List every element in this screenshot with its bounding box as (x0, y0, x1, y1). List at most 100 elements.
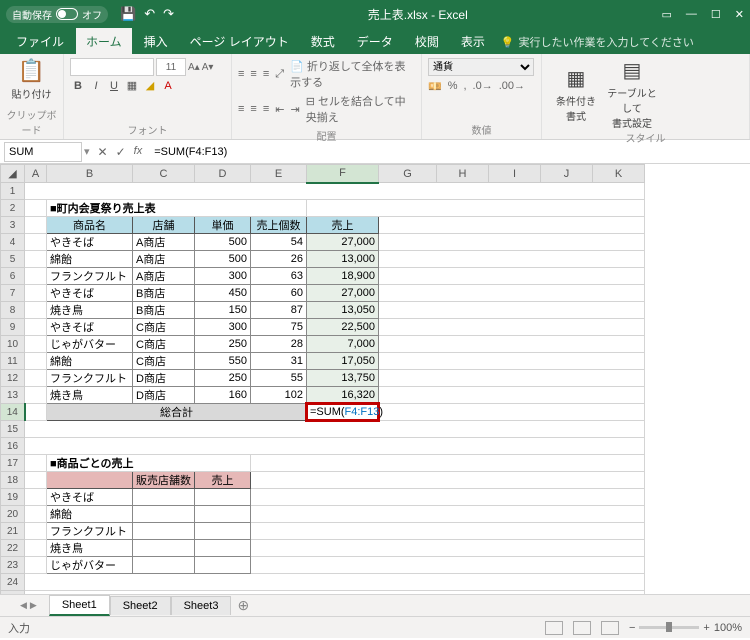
align-top-icon[interactable]: ≡ (238, 68, 244, 80)
font-color-button[interactable]: A (160, 80, 176, 92)
indent-decrease-icon[interactable]: ⇤ (275, 103, 284, 116)
tab-data[interactable]: データ (347, 28, 403, 54)
decimal-increase-icon[interactable]: .0→ (473, 80, 493, 93)
cell[interactable]: 450 (195, 285, 251, 302)
cell[interactable]: 87 (251, 302, 307, 319)
zoom-slider[interactable] (639, 626, 699, 629)
cell[interactable]: 500 (195, 234, 251, 251)
cell[interactable]: A商店 (133, 234, 195, 251)
paste-button[interactable]: 📋 貼り付け (6, 58, 57, 101)
cell[interactable]: 28 (251, 336, 307, 353)
align-right-icon[interactable]: ≡ (263, 103, 269, 115)
tell-me[interactable]: 💡 実行したい作業を入力してください (501, 34, 694, 54)
ribbon-options-icon[interactable]: ▭ (662, 8, 672, 21)
row-header[interactable]: 25 (1, 591, 25, 595)
cell[interactable]: 250 (195, 370, 251, 387)
row-header[interactable]: 21 (1, 523, 25, 540)
cell[interactable]: やきそば (47, 319, 133, 336)
cell[interactable]: 60 (251, 285, 307, 302)
undo-icon[interactable]: ↶ (144, 6, 155, 22)
tab-formulas[interactable]: 数式 (301, 28, 345, 54)
conditional-formatting-button[interactable]: ▦ 条件付き 書式 (548, 58, 604, 130)
sheet-tab[interactable]: Sheet2 (110, 596, 171, 615)
col-header[interactable]: K (593, 165, 645, 183)
cell[interactable]: C商店 (133, 336, 195, 353)
cell[interactable]: 500 (195, 251, 251, 268)
cell[interactable]: 26 (251, 251, 307, 268)
cell[interactable]: 250 (195, 336, 251, 353)
cell[interactable]: 18,900 (307, 268, 379, 285)
name-box-dropdown-icon[interactable]: ▾ (84, 145, 90, 158)
sheet-tab[interactable]: Sheet1 (49, 595, 110, 616)
merge-center-button[interactable]: ⊟ セルを結合して中央揃え (306, 93, 415, 125)
cell[interactable] (195, 540, 251, 557)
cell[interactable]: フランクフルト (47, 523, 133, 540)
minimize-icon[interactable]: — (686, 8, 697, 21)
wrap-text-button[interactable]: 📄 折り返して全体を表示する (290, 58, 415, 90)
row-header[interactable]: 16 (1, 438, 25, 455)
redo-icon[interactable]: ↷ (163, 6, 174, 22)
align-middle-icon[interactable]: ≡ (250, 68, 256, 80)
bold-button[interactable]: B (70, 80, 86, 92)
cell[interactable]: 54 (251, 234, 307, 251)
comma-icon[interactable]: , (463, 80, 466, 93)
percent-icon[interactable]: % (448, 80, 458, 93)
col-header[interactable]: D (195, 165, 251, 183)
cell[interactable]: 27,000 (307, 234, 379, 251)
maximize-icon[interactable]: ☐ (711, 8, 721, 21)
save-icon[interactable]: 💾 (120, 6, 136, 22)
currency-icon[interactable]: 💴 (428, 80, 442, 93)
tab-view[interactable]: 表示 (451, 28, 495, 54)
row-header[interactable]: 9 (1, 319, 25, 336)
cell[interactable]: 焼き鳥 (47, 387, 133, 404)
font-size-input[interactable]: 11 (156, 58, 186, 76)
col-header[interactable]: E (251, 165, 307, 183)
formula-input[interactable]: =SUM(F4:F13) (150, 146, 750, 158)
page-break-view-icon[interactable] (601, 621, 619, 635)
cell[interactable]: じゃがバター (47, 336, 133, 353)
cell[interactable] (195, 557, 251, 574)
active-cell[interactable]: =SUM(F4:F13) (307, 404, 379, 421)
col-header[interactable]: H (437, 165, 489, 183)
cell[interactable]: 31 (251, 353, 307, 370)
indent-increase-icon[interactable]: ⇥ (290, 103, 299, 116)
fx-icon[interactable]: fx (134, 145, 143, 159)
cell[interactable]: 16,320 (307, 387, 379, 404)
cell[interactable]: D商店 (133, 387, 195, 404)
cell[interactable]: 綿飴 (47, 506, 133, 523)
cell[interactable]: D商店 (133, 370, 195, 387)
row-header[interactable]: 20 (1, 506, 25, 523)
spreadsheet-grid[interactable]: ◢ A B C D E F G H I J K 1 2■町内会夏祭り売上表 3 … (0, 164, 750, 594)
align-bottom-icon[interactable]: ≡ (263, 68, 269, 80)
cell[interactable] (195, 489, 251, 506)
row-header[interactable]: 24 (1, 574, 25, 591)
cell[interactable]: 55 (251, 370, 307, 387)
cell[interactable]: 13,050 (307, 302, 379, 319)
tab-insert[interactable]: 挿入 (134, 28, 178, 54)
tab-home[interactable]: ホーム (76, 28, 132, 54)
cell[interactable]: 63 (251, 268, 307, 285)
increase-font-icon[interactable]: A▴ (188, 62, 200, 73)
cancel-formula-icon[interactable]: ✕ (98, 145, 108, 159)
zoom-control[interactable]: − + 100% (629, 622, 742, 634)
row-header[interactable]: 22 (1, 540, 25, 557)
row-header[interactable]: 7 (1, 285, 25, 302)
zoom-out-icon[interactable]: − (629, 622, 635, 634)
row-header[interactable]: 3 (1, 217, 25, 234)
cell[interactable]: A商店 (133, 251, 195, 268)
cell[interactable]: 13,000 (307, 251, 379, 268)
tab-file[interactable]: ファイル (6, 28, 74, 54)
underline-button[interactable]: U (106, 80, 122, 92)
italic-button[interactable]: I (88, 80, 104, 92)
add-sheet-icon[interactable]: ⊕ (237, 597, 249, 614)
cell[interactable]: C商店 (133, 319, 195, 336)
number-format-select[interactable]: 通貨 (428, 58, 534, 76)
cell[interactable]: 綿飴 (47, 353, 133, 370)
cell[interactable]: 75 (251, 319, 307, 336)
row-header[interactable]: 10 (1, 336, 25, 353)
row-header[interactable]: 8 (1, 302, 25, 319)
col-header[interactable]: G (379, 165, 437, 183)
cell[interactable]: 22,500 (307, 319, 379, 336)
row-header[interactable]: 13 (1, 387, 25, 404)
cell[interactable] (133, 523, 195, 540)
